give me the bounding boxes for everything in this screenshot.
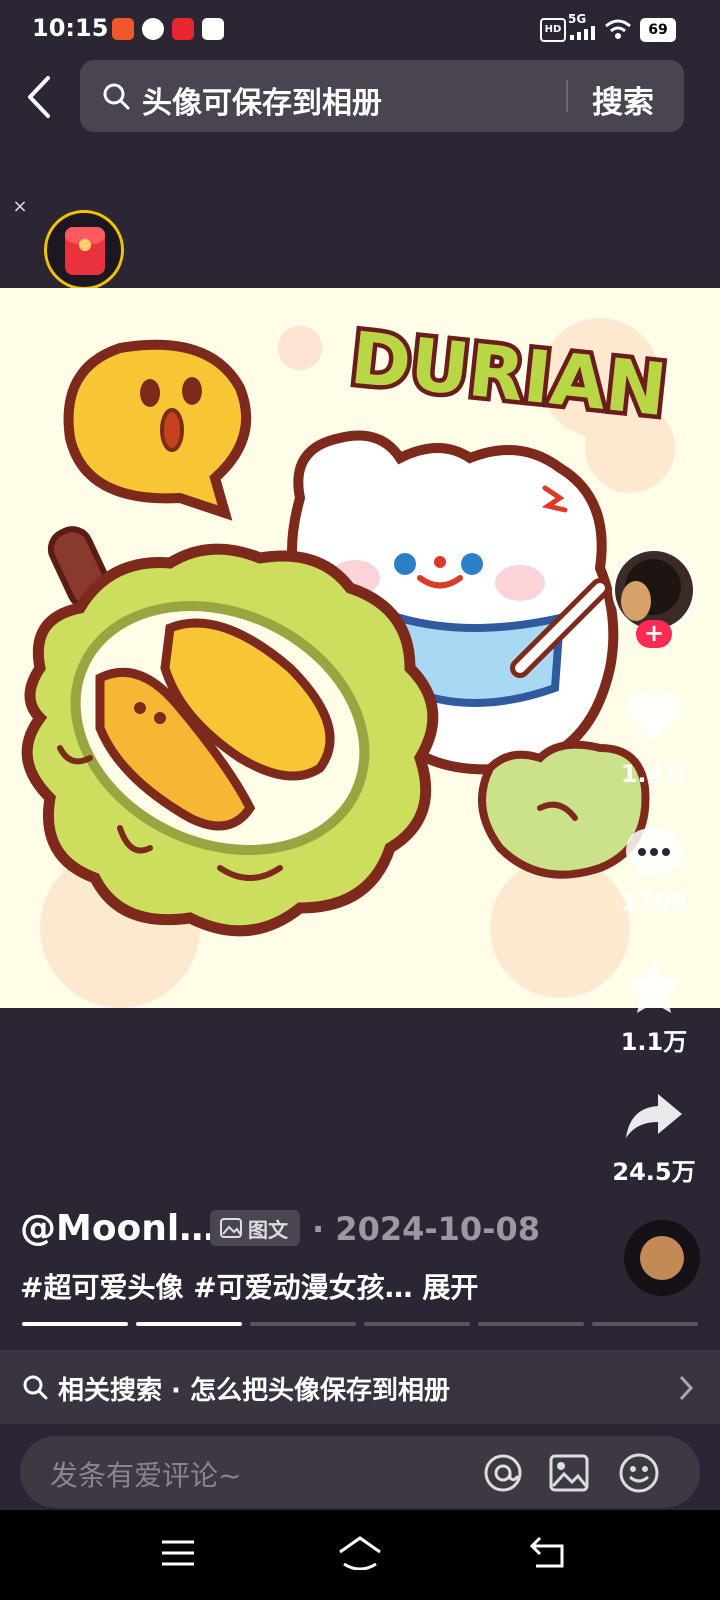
red-packet-button[interactable]	[44, 210, 124, 290]
home-icon[interactable]	[336, 1534, 384, 1570]
clock: 10:15	[32, 14, 109, 42]
date-value: 2024-10-08	[335, 1210, 540, 1248]
comment-count: 1708	[620, 888, 688, 916]
mail-icon	[202, 18, 224, 40]
app-notification-icon	[112, 18, 134, 40]
author-name[interactable]: @Moonl…	[20, 1208, 215, 1249]
menu-icon[interactable]	[160, 1538, 196, 1568]
search-button[interactable]: 搜索	[592, 77, 654, 122]
battery-level: 69	[648, 22, 668, 38]
search-divider	[566, 80, 568, 112]
image-picker-icon[interactable]	[548, 1452, 590, 1494]
music-cover-icon	[640, 1236, 684, 1280]
comment-input[interactable]: 发条有爱评论~	[20, 1436, 700, 1508]
like-count: 1.4万	[620, 760, 688, 788]
music-disc[interactable]	[624, 1220, 700, 1296]
post-type-badge: 图文	[210, 1210, 300, 1246]
chevron-right-icon	[679, 1375, 694, 1401]
star-icon	[626, 960, 682, 1013]
message-icon	[142, 18, 164, 40]
progress-segment	[592, 1322, 698, 1326]
progress-segment	[22, 1322, 128, 1326]
related-search-text: 相关搜索 · 怎么把头像保存到相册	[58, 1376, 450, 1406]
hd-icon: HD	[540, 18, 566, 42]
signal-icon	[570, 26, 595, 40]
related-search-bar[interactable]: 相关搜索 · 怎么把头像保存到相册	[0, 1350, 720, 1424]
battery-icon: 69	[640, 18, 676, 42]
red-envelope-icon	[65, 227, 105, 275]
search-query[interactable]: 头像可保存到相册	[142, 78, 382, 122]
image-icon	[220, 1218, 242, 1238]
search-bar[interactable]: 头像可保存到相册 搜索	[80, 60, 684, 132]
post-date: · 2024-10-08	[312, 1210, 540, 1248]
network-label: 5G	[568, 12, 587, 26]
wifi-icon	[605, 19, 631, 39]
date-separator: ·	[312, 1210, 325, 1248]
back-nav-icon[interactable]	[528, 1534, 568, 1570]
search-icon	[23, 1375, 48, 1400]
emoji-icon[interactable]	[618, 1452, 660, 1494]
search-icon	[103, 83, 130, 110]
heart-icon	[626, 693, 682, 742]
favorite-count: 1.1万	[620, 1028, 688, 1056]
progress-segment	[364, 1322, 470, 1326]
mention-icon[interactable]	[482, 1452, 524, 1494]
comment-action[interactable]: 1708	[594, 824, 714, 924]
chevron-left-icon	[28, 76, 50, 118]
share-action[interactable]: 24.5万	[594, 1088, 714, 1188]
progress-segment	[478, 1322, 584, 1326]
follow-button[interactable]: +	[636, 620, 672, 648]
comment-placeholder: 发条有爱评论~	[50, 1459, 242, 1492]
close-redpacket-button[interactable]: ×	[8, 195, 32, 219]
status-bar: 10:15 HD 5G 69	[0, 0, 720, 60]
video-app-icon	[172, 18, 194, 40]
back-button[interactable]	[20, 72, 64, 122]
share-arrow-icon	[626, 1094, 682, 1138]
progress-segment	[136, 1322, 242, 1326]
like-action[interactable]: 1.4万	[594, 690, 714, 790]
image-progress-bar	[22, 1322, 698, 1326]
progress-segment	[250, 1322, 356, 1326]
system-nav-bar	[0, 1510, 720, 1600]
comment-icon	[626, 828, 682, 878]
post-type-label: 图文	[248, 1218, 288, 1242]
share-count: 24.5万	[612, 1158, 696, 1186]
favorite-action[interactable]: 1.1万	[594, 958, 714, 1058]
post-caption[interactable]: #超可爱头像 #可爱动漫女孩… 展开	[20, 1266, 478, 1306]
